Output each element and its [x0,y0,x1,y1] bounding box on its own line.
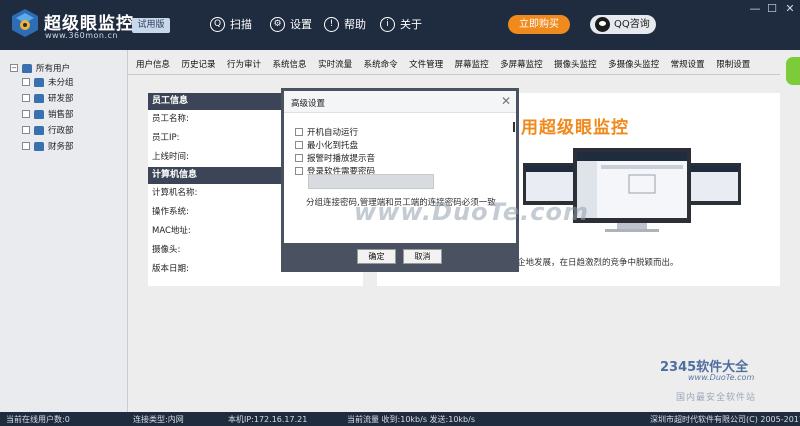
info-icon: i [380,16,395,32]
promo-description: 企地发展，在日趋激烈的竞争中脱颖而出。 [517,258,679,268]
group-icon [34,93,44,103]
alarm-sound-option[interactable]: 报警时播放提示音 [295,152,375,164]
mouse-cursor-icon [513,122,519,132]
dialog-title: 高级设置 [291,99,326,109]
tab-system-info[interactable]: 系统信息 [273,58,307,70]
group-icon [34,109,44,119]
expand-icon[interactable] [22,126,30,134]
url-watermark: www.DuoTe.com [688,373,755,382]
tree-item-finance[interactable]: 财务部 [22,140,74,152]
advanced-settings-dialog: 高级设置 ✕ 开机自动运行 最小化到托盘 报警时播放提示音 登录软件需要密码 分… [284,91,516,269]
status-bar: 当前在线用户数:0 连接类型:内网 本机IP:172.16.17.21 当前流量… [0,412,800,426]
alarm-sound-checkbox[interactable] [295,154,303,162]
minimize-tray-label: 最小化到托盘 [307,141,359,151]
alarm-sound-label: 报警时播放提示音 [307,154,376,164]
collapse-icon[interactable]: − [10,64,18,72]
minimize-icon[interactable]: — [748,2,762,16]
tree-item-label: 未分组 [48,78,74,88]
scan-icon: Q [210,16,225,32]
app-url: www.360mon.cn [45,31,118,40]
tab-file-manager[interactable]: 文件管理 [409,58,443,70]
function-tabs: 用户信息 历史记录 行为审计 系统信息 实时流量 系统命令 文件管理 屏幕监控 … [128,54,780,74]
safe-site-watermark: 国内最安全软件站 [676,393,757,403]
gear-icon: ⚙ [270,16,285,32]
qq-consult-button[interactable]: QQ咨询 [590,15,656,34]
tree-item-label: 行政部 [48,126,74,136]
tree-item-ungrouped[interactable]: 未分组 [22,76,74,88]
tab-camera-monitor[interactable]: 摄像头监控 [554,58,597,70]
tab-restriction-settings[interactable]: 限制设置 [716,58,750,70]
tab-multi-screen[interactable]: 多屏幕监控 [500,58,543,70]
tab-screen-monitor[interactable]: 屏幕监控 [455,58,489,70]
qq-penguin-icon [595,17,610,32]
minimize-tray-option[interactable]: 最小化到托盘 [295,139,358,151]
close-icon[interactable]: ✕ [783,2,797,16]
tab-divider [128,74,780,75]
group-icon [34,77,44,87]
eye-logo-icon [12,9,38,37]
minimize-tray-checkbox[interactable] [295,141,303,149]
tab-audit[interactable]: 行为审计 [227,58,261,70]
tree-item-label: 销售部 [48,110,74,120]
trial-badge: 试用版 [132,18,170,33]
group-icon [34,141,44,151]
tab-history[interactable]: 历史记录 [182,58,216,70]
help-button[interactable]: ! 帮助 [324,13,366,35]
expand-icon[interactable] [22,78,30,86]
qq-consult-label: QQ咨询 [614,19,650,30]
autostart-option[interactable]: 开机自动运行 [295,126,358,138]
tree-item-admin[interactable]: 行政部 [22,124,74,136]
user-tree-sidebar: − 所有用户 未分组 研发部 销售部 行政部 财务部 [0,50,128,412]
duote-watermark: www.DuoTe.com [354,198,589,226]
floating-mascot-icon[interactable] [786,57,800,85]
tree-root-label: 所有用户 [36,64,71,74]
tree-item-sales[interactable]: 销售部 [22,108,74,120]
title-bar: 超级眼监控 www.360mon.cn 试用版 Q 扫描 ⚙ 设置 ! 帮助 i… [0,0,800,50]
help-icon: ! [324,16,339,32]
ok-button[interactable]: 确定 [357,249,396,264]
traffic-rate: 当前流量 收到:10kb/s 发送:10kb/s [347,415,475,424]
cancel-button[interactable]: 取消 [403,249,442,264]
settings-label: 设置 [290,18,312,31]
tree-root-all-users[interactable]: − 所有用户 [10,62,70,74]
expand-icon[interactable] [22,94,30,102]
scan-button[interactable]: Q 扫描 [210,13,252,35]
dialog-footer [284,243,516,269]
tab-user-info[interactable]: 用户信息 [136,58,170,70]
dialog-header: 高级设置 ✕ [284,91,516,113]
copyright: 深圳市超时代软件有限公司(C) 2005-2017 [650,415,800,424]
monitors-illustration [523,148,741,232]
tab-system-command[interactable]: 系统命令 [364,58,398,70]
settings-button[interactable]: ⚙ 设置 [270,13,312,35]
expand-icon[interactable] [22,110,30,118]
about-label: 关于 [400,18,422,31]
tab-general-settings[interactable]: 常规设置 [671,58,705,70]
local-ip: 本机IP:172.16.17.21 [228,415,308,424]
close-icon[interactable]: ✕ [499,94,513,108]
login-password-checkbox[interactable] [295,167,303,175]
promo-title: 用超级眼监控 [521,118,629,138]
tree-item-label: 财务部 [48,142,74,152]
group-icon [22,63,32,73]
about-button[interactable]: i 关于 [380,13,422,35]
scan-label: 扫描 [230,18,252,31]
autostart-label: 开机自动运行 [307,128,359,138]
tab-realtime-traffic[interactable]: 实时流量 [318,58,352,70]
autostart-checkbox[interactable] [295,128,303,136]
buy-now-button[interactable]: 立即购买 [508,15,570,34]
maximize-icon[interactable]: ☐ [765,2,779,16]
tab-multi-camera[interactable]: 多摄像头监控 [608,58,659,70]
tree-item-rd[interactable]: 研发部 [22,92,74,104]
password-input[interactable] [308,174,434,189]
connection-type: 连接类型:内网 [133,415,184,424]
online-users-count: 当前在线用户数:0 [6,415,70,424]
group-icon [34,125,44,135]
help-label: 帮助 [344,18,366,31]
expand-icon[interactable] [22,142,30,150]
tree-item-label: 研发部 [48,94,74,104]
